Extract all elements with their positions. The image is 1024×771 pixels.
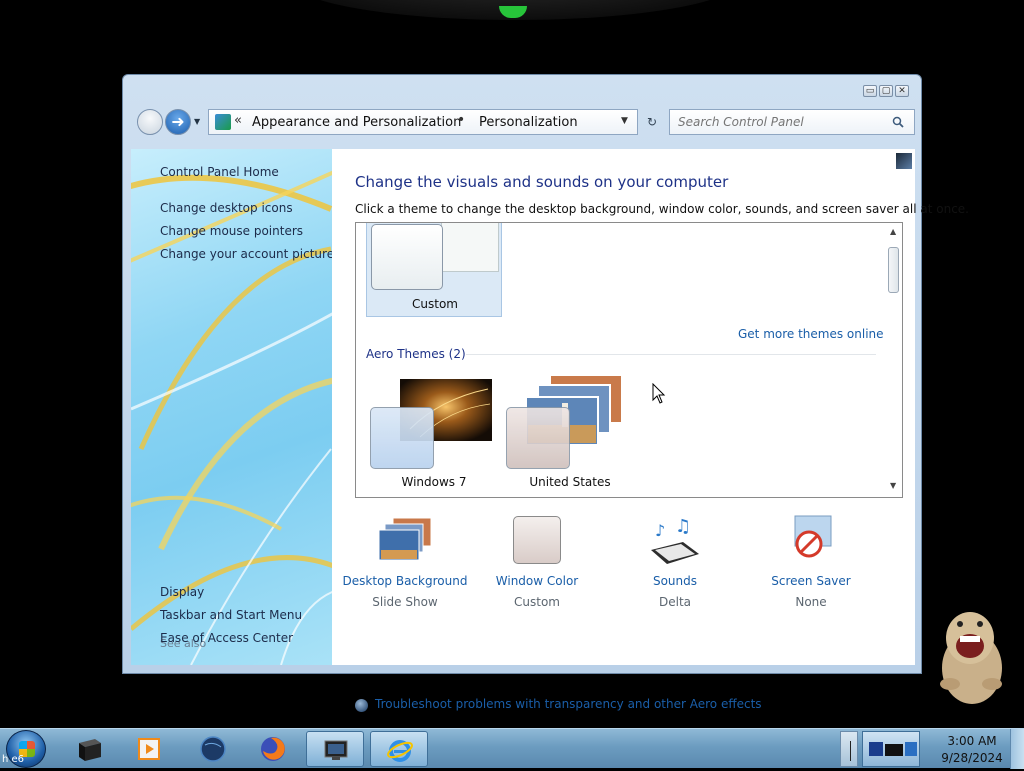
screen-saver-icon bbox=[781, 514, 841, 566]
svg-text:♫: ♫ bbox=[675, 516, 691, 537]
desktop-background-icon bbox=[375, 514, 435, 566]
section-divider bbox=[466, 354, 876, 355]
change-desktop-icons-link[interactable]: Change desktop icons bbox=[160, 201, 293, 215]
refresh-button[interactable]: ↻ bbox=[641, 109, 663, 135]
address-dropdown-icon[interactable]: ▼ bbox=[621, 116, 628, 126]
theme-list[interactable]: Custom Get more themes online Aero Theme… bbox=[355, 222, 903, 498]
display-link[interactable]: Display bbox=[160, 585, 204, 599]
aero-themes-header: Aero Themes (2) bbox=[366, 347, 466, 361]
setting-label[interactable]: Window Color bbox=[467, 574, 607, 588]
control-panel-icon bbox=[215, 114, 231, 130]
system-clock[interactable]: 3:00 AM 9/28/2024 bbox=[936, 733, 1008, 767]
close-button[interactable]: ✕ bbox=[895, 85, 909, 97]
setting-value: Delta bbox=[658, 595, 691, 609]
scroll-down-icon[interactable]: ▼ bbox=[890, 481, 896, 490]
tray-scroll-control[interactable] bbox=[840, 731, 858, 767]
theme-name: Custom bbox=[412, 297, 458, 311]
maximize-button[interactable]: ▢ bbox=[879, 85, 893, 97]
theme-name: Windows 7 bbox=[401, 475, 467, 489]
start-overlay-text: h e6 bbox=[2, 754, 25, 765]
window-color-icon bbox=[507, 514, 567, 566]
theme-thumbnail bbox=[371, 224, 443, 290]
setting-value: Slide Show bbox=[372, 595, 438, 609]
refresh-icon: ↻ bbox=[646, 115, 658, 129]
black-box-app-icon bbox=[79, 739, 101, 761]
taskbar-start-menu-link[interactable]: Taskbar and Start Menu bbox=[160, 608, 302, 622]
recent-pages-dropdown-icon[interactable]: ▼ bbox=[194, 117, 200, 126]
screen-saver-setting[interactable]: Screen Saver None bbox=[741, 514, 881, 609]
internet-explorer-icon bbox=[387, 740, 413, 762]
page-title: Change the visuals and sounds on your co… bbox=[355, 173, 729, 191]
control-panel-home-link[interactable]: Control Panel Home bbox=[160, 165, 279, 179]
taskbar-app-globe[interactable] bbox=[184, 731, 242, 767]
task-pane: Control Panel Home Change desktop icons … bbox=[131, 149, 332, 665]
breadcrumb-item-appearance[interactable]: Appearance and Personalization bbox=[252, 115, 461, 130]
help-icon[interactable] bbox=[896, 153, 912, 169]
address-bar: ➜ ▼ « Appearance and Personalization • P… bbox=[133, 103, 915, 141]
minimize-button[interactable]: ▭ bbox=[863, 85, 877, 97]
globe-app-icon bbox=[200, 736, 226, 762]
back-button[interactable] bbox=[137, 109, 163, 135]
theme-tile-custom[interactable]: Custom bbox=[366, 223, 502, 317]
ease-of-access-link[interactable]: Ease of Access Center bbox=[160, 631, 293, 645]
window-color-thumbnail bbox=[506, 407, 570, 469]
sounds-setting[interactable]: ♪ ♫ Sounds Delta bbox=[605, 514, 745, 609]
taskbar-app-black-box[interactable] bbox=[60, 731, 118, 767]
clock-date: 9/28/2024 bbox=[941, 751, 1003, 765]
clock-time: 3:00 AM bbox=[947, 734, 997, 748]
content-pane: Change the visuals and sounds on your co… bbox=[332, 149, 969, 712]
search-box[interactable] bbox=[669, 109, 915, 135]
personalization-window: ▭ ▢ ✕ ➜ ▼ « Appearance and Personalizati… bbox=[122, 74, 969, 712]
tray-scroll-thumb bbox=[850, 741, 851, 761]
theme-name: United States bbox=[529, 475, 611, 489]
forward-button[interactable]: ➜ bbox=[165, 109, 191, 135]
taskbar: h e6 3:00 AM 9/28/2024 bbox=[0, 728, 1024, 769]
troubleshoot-link-text[interactable]: Troubleshoot problems with transparency … bbox=[375, 697, 762, 711]
setting-value: Custom bbox=[514, 595, 560, 609]
taskbar-app-control-panel[interactable] bbox=[306, 731, 364, 767]
search-icon[interactable] bbox=[892, 116, 904, 128]
change-account-picture-link[interactable]: Change your account picture bbox=[160, 247, 332, 261]
tray-apps-button[interactable] bbox=[862, 731, 920, 767]
change-mouse-pointers-link[interactable]: Change mouse pointers bbox=[160, 224, 303, 238]
control-panel-window-icon bbox=[324, 740, 348, 760]
window-color-setting[interactable]: Window Color Custom bbox=[467, 514, 607, 609]
breadcrumb-item-personalization[interactable]: Personalization bbox=[479, 115, 578, 130]
desktop-background-setting[interactable]: Desktop Background Slide Show bbox=[335, 514, 475, 609]
breadcrumb-separator[interactable]: • bbox=[457, 112, 465, 128]
taskbar-app-internet-explorer[interactable] bbox=[370, 731, 428, 767]
mascot-gadget-icon[interactable] bbox=[926, 604, 1010, 708]
media-player-icon bbox=[138, 738, 160, 760]
setting-label[interactable]: Screen Saver bbox=[741, 574, 881, 588]
scrollbar-thumb[interactable] bbox=[888, 247, 899, 293]
tray-apps-icon bbox=[869, 742, 917, 756]
theme-tile-united-states[interactable]: United States bbox=[502, 373, 638, 493]
svg-text:♪: ♪ bbox=[655, 521, 665, 540]
sounds-icon: ♪ ♫ bbox=[645, 514, 705, 566]
setting-value: None bbox=[795, 595, 827, 609]
breadcrumb-overflow-icon[interactable]: « bbox=[234, 113, 242, 128]
window-color-thumbnail bbox=[370, 407, 434, 469]
theme-thumbnail-back bbox=[441, 223, 499, 272]
troubleshoot-icon bbox=[355, 699, 368, 712]
setting-label[interactable]: Desktop Background bbox=[335, 574, 475, 588]
taskbar-app-media-player[interactable] bbox=[120, 731, 178, 767]
search-input[interactable] bbox=[678, 115, 878, 129]
forward-arrow-icon: ➜ bbox=[171, 112, 185, 131]
theme-tile-windows-7[interactable]: Windows 7 bbox=[366, 373, 502, 493]
mouse-cursor-icon bbox=[652, 383, 666, 404]
breadcrumb[interactable]: « Appearance and Personalization • Perso… bbox=[208, 109, 638, 135]
desktop: ▭ ▢ ✕ ➜ ▼ « Appearance and Personalizati… bbox=[0, 0, 1024, 769]
firefox-icon bbox=[261, 737, 285, 761]
theme-list-scrollbar[interactable]: ▲ ▼ bbox=[886, 225, 902, 495]
taskbar-app-firefox[interactable] bbox=[244, 731, 302, 767]
page-description: Click a theme to change the desktop back… bbox=[355, 202, 969, 216]
scroll-up-icon[interactable]: ▲ bbox=[890, 227, 896, 236]
show-desktop-button[interactable] bbox=[1010, 729, 1024, 769]
get-more-themes-link[interactable]: Get more themes online bbox=[738, 327, 884, 341]
setting-label[interactable]: Sounds bbox=[605, 574, 745, 588]
